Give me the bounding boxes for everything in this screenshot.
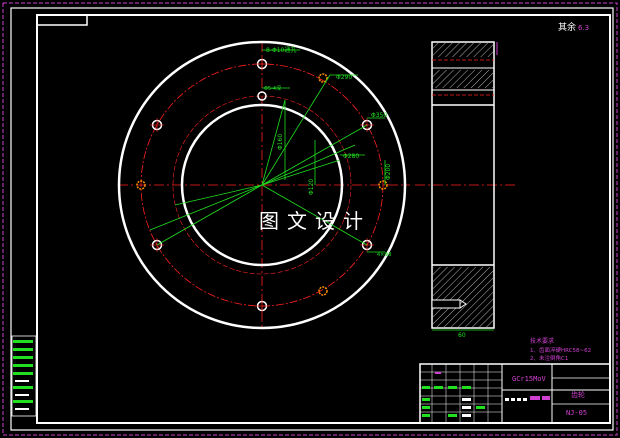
title-drawing-no: NJ-05 xyxy=(566,409,587,417)
dim-width: 60 xyxy=(458,332,466,339)
dim-a: Φ290 xyxy=(336,74,352,81)
title-material: GCr15MoV xyxy=(512,375,547,383)
dim-e: Φ120 xyxy=(308,179,315,195)
notes-title: 技术要求 xyxy=(530,337,554,345)
corner-box xyxy=(36,14,88,26)
dim-hole2: Φ5-4深 xyxy=(264,85,281,92)
side-slot xyxy=(431,299,461,309)
notes-line-1: 1、齿面淬硬HRC58~62 xyxy=(530,346,591,354)
watermark-text: 图文设计 xyxy=(259,209,371,233)
dim-small-r: 4×Φ8 xyxy=(377,252,392,258)
dim-d: Φ160 xyxy=(277,134,284,150)
surface-note: 其余 xyxy=(558,21,576,33)
surface-value: 6.3 xyxy=(578,24,589,32)
dim-c: Φ280 xyxy=(343,153,359,160)
hatch-top-2 xyxy=(433,70,493,88)
dim-f: Φ200 xyxy=(385,164,392,180)
front-view: 8-Φ10通孔 Φ5-4深 Φ290 Φ350 Φ280 Φ160 Φ120 Φ… xyxy=(117,40,410,330)
cad-drawing: 其余 6.3 8-Φ10通孔 Φ5-4深 Φ290 Φ350 Φ280 Φ160… xyxy=(2,2,618,436)
dim-b: Φ350 xyxy=(371,112,387,119)
side-view: 60 xyxy=(415,41,515,339)
revision-strip xyxy=(11,335,37,417)
hatch-bottom xyxy=(433,267,493,327)
dim-pcd: 8-Φ10通孔 xyxy=(266,46,296,54)
title-part-name: 齿轮 xyxy=(571,390,585,399)
title-block: GCr15MoV 齿轮 NJ-05 xyxy=(419,363,611,424)
hatch-top xyxy=(433,43,493,57)
notes-line-2: 2、未注倒角C1 xyxy=(530,354,568,362)
